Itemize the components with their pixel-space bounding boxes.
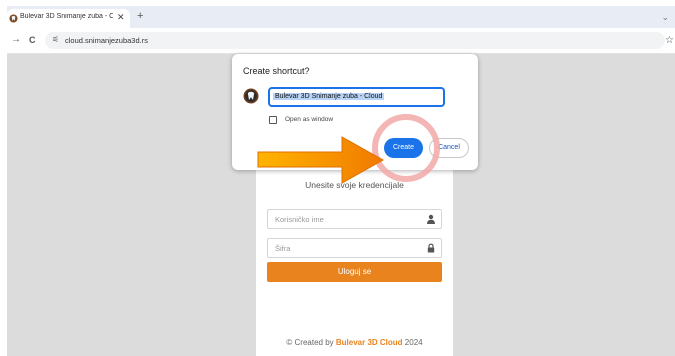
tab-close-icon[interactable]: ✕ [117,11,125,23]
password-placeholder: Šifra [275,244,291,253]
tab-title: Bulevar 3D Snimanje zuba - Clo [20,13,113,20]
forward-icon[interactable]: → [11,34,21,46]
address-bar[interactable]: ⚟ cloud.snimanjezuba3d.rs [45,32,665,49]
footer: © Created by Bulevar 3D Cloud 2024 [256,338,453,347]
reload-icon[interactable]: C [29,34,36,46]
create-button[interactable]: Create [384,138,423,158]
shortcut-name-input[interactable]: Bulevar 3D Snimanje zuba - Cloud [268,87,445,107]
footer-prefix: © Created by [286,338,334,347]
password-field[interactable]: Šifra [267,238,442,258]
username-placeholder: Korisničko ime [275,215,324,224]
url-text[interactable]: cloud.snimanjezuba3d.rs [65,36,148,45]
shortcut-name-value: Bulevar 3D Snimanje zuba - Cloud [273,93,385,100]
cancel-button[interactable]: Cancel [429,138,469,158]
footer-brand[interactable]: Bulevar 3D Cloud [336,338,403,347]
new-tab-button[interactable]: + [137,10,143,22]
tab-search-icon[interactable]: ⌄ [661,12,669,23]
tooth-logo-icon [9,14,18,23]
open-as-window-label[interactable]: Open as window [285,116,333,123]
open-as-window-checkbox[interactable] [269,116,277,124]
user-icon [427,214,435,224]
login-subtitle: Unesite svoje kredencijale [305,180,404,190]
tooth-logo-icon [243,88,259,104]
bookmark-star-icon[interactable]: ☆ [665,35,674,46]
site-info-icon[interactable]: ⚟ [52,35,59,44]
dialog-title: Create shortcut? [243,66,310,76]
browser-window: Bulevar 3D Snimanje zuba - Clo ✕ + ⌄ → C… [7,6,675,356]
tab-strip: Bulevar 3D Snimanje zuba - Clo ✕ + ⌄ [7,6,675,28]
browser-toolbar: → C ⚟ cloud.snimanjezuba3d.rs [7,28,675,54]
footer-year: 2024 [404,338,423,347]
browser-tab[interactable]: Bulevar 3D Snimanje zuba - Clo ✕ [7,9,130,28]
username-field[interactable]: Korisničko ime [267,209,442,229]
create-shortcut-dialog: Create shortcut? Bulevar 3D Snimanje zub… [232,54,478,170]
lock-icon [427,243,435,253]
login-button[interactable]: Uloguj se [267,262,442,282]
